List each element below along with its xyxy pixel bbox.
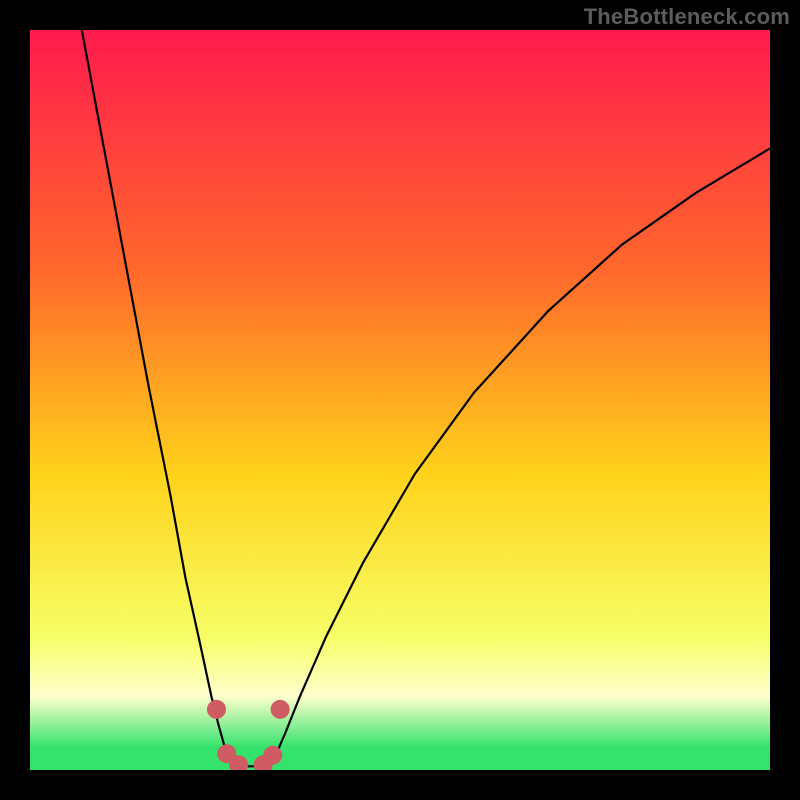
gradient-bg [30,30,770,770]
chart-svg [30,30,770,770]
chart-frame: TheBottleneck.com [0,0,800,800]
data-marker [230,756,248,770]
data-marker [264,746,282,764]
data-marker [271,700,289,718]
data-marker [207,700,225,718]
plot-area [30,30,770,770]
watermark-text: TheBottleneck.com [584,4,790,30]
